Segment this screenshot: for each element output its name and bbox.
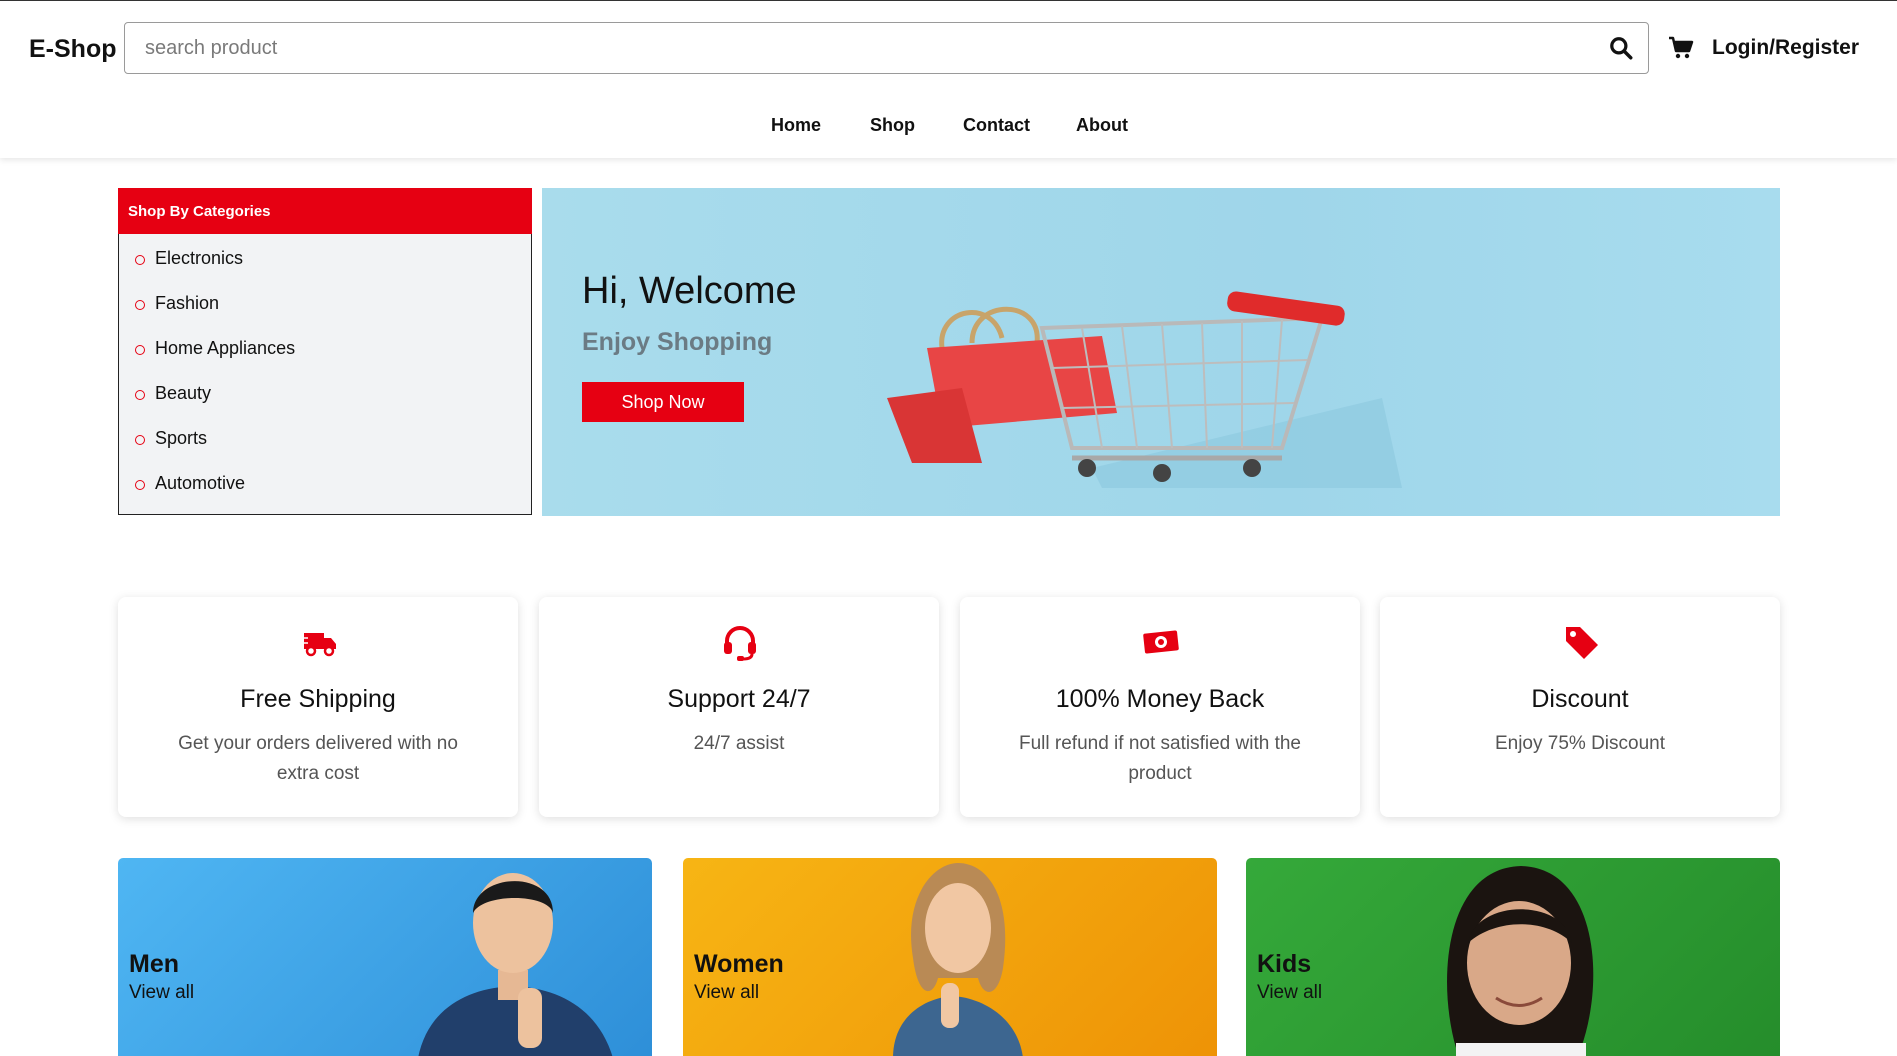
search-icon[interactable] [1608,35,1634,61]
view-all-link[interactable]: View all [1257,982,1322,1004]
site-logo[interactable]: E-Shop [29,35,117,64]
feature-title: Free Shipping [240,685,396,713]
tag-icon [1566,627,1598,659]
category-label: Beauty [155,383,212,403]
collection-title: Women [694,950,784,978]
feature-card-discount: Discount Enjoy 75% Discount [1380,597,1780,817]
bullet-icon [135,300,145,310]
feature-card-support: Support 24/7 24/7 assist [539,597,939,817]
nav-shop[interactable]: Shop [870,115,915,136]
hero-subtitle: Enjoy Shopping [582,328,773,356]
nav-home[interactable]: Home [771,115,821,136]
view-all-link[interactable]: View all [129,982,194,1004]
feature-card-money-back: 100% Money Back Full refund if not satis… [960,597,1360,817]
search-input[interactable] [145,23,1595,73]
collection-men[interactable]: Men View all [118,858,652,1056]
hero-title: Hi, Welcome [582,270,797,312]
category-beauty[interactable]: Beauty [119,383,531,428]
kid-photo [1447,866,1594,1056]
bullet-icon [135,390,145,400]
bullet-icon [135,480,145,490]
bullet-icon [135,255,145,265]
feature-card-shipping: Free Shipping Get your orders delivered … [118,597,518,817]
cart-icon[interactable] [1668,36,1694,60]
collection-women[interactable]: Women View all [683,858,1217,1056]
category-electronics[interactable]: Electronics [119,248,531,293]
feature-desc: Full refund if not satisfied with the pr… [1019,733,1301,784]
hero-banner: Hi, Welcome Enjoy Shopping Shop Now [542,188,1780,516]
man-photo [418,873,613,1056]
bullet-icon [135,435,145,445]
collection-kids[interactable]: Kids View all [1246,858,1780,1056]
nav-about[interactable]: About [1076,115,1128,136]
category-home-appliances[interactable]: Home Appliances [119,338,531,383]
feature-title: 100% Money Back [1055,685,1265,713]
view-all-link[interactable]: View all [694,982,759,1004]
collection-title: Kids [1257,950,1312,978]
collection-title: Men [129,950,179,978]
category-fashion[interactable]: Fashion [119,293,531,338]
shopping-cart-image [887,291,1402,488]
headset-icon [724,626,756,661]
category-label: Fashion [155,293,220,313]
categories-panel: Shop By Categories Electronics Fashion H… [118,188,532,515]
feature-desc: Get your orders delivered with no extra … [178,733,458,784]
category-label: Sports [155,428,208,448]
woman-photo [893,863,1023,1056]
nav-contact[interactable]: Contact [963,115,1030,136]
money-icon [1143,630,1179,654]
feature-title: Discount [1531,685,1629,713]
category-label: Automotive [155,473,246,493]
category-automotive[interactable]: Automotive [119,473,531,518]
category-label: Electronics [155,248,244,268]
feature-desc: 24/7 assist [693,733,785,754]
site-header: E-Shop Login/Register Home Shop Contact … [0,0,1897,158]
search-bar [124,22,1649,74]
feature-title: Support 24/7 [667,685,811,713]
feature-desc: Enjoy 75% Discount [1494,733,1666,754]
category-sports[interactable]: Sports [119,428,531,473]
truck-icon [300,633,336,657]
main-nav: Home Shop Contact About [0,115,1897,143]
categories-list: Electronics Fashion Home Appliances Beau… [118,234,532,515]
categories-title: Shop By Categories [118,188,532,234]
shop-now-button[interactable]: Shop Now [582,382,744,422]
login-register-link[interactable]: Login/Register [1712,36,1859,60]
bullet-icon [135,345,145,355]
category-label: Home Appliances [155,338,296,358]
